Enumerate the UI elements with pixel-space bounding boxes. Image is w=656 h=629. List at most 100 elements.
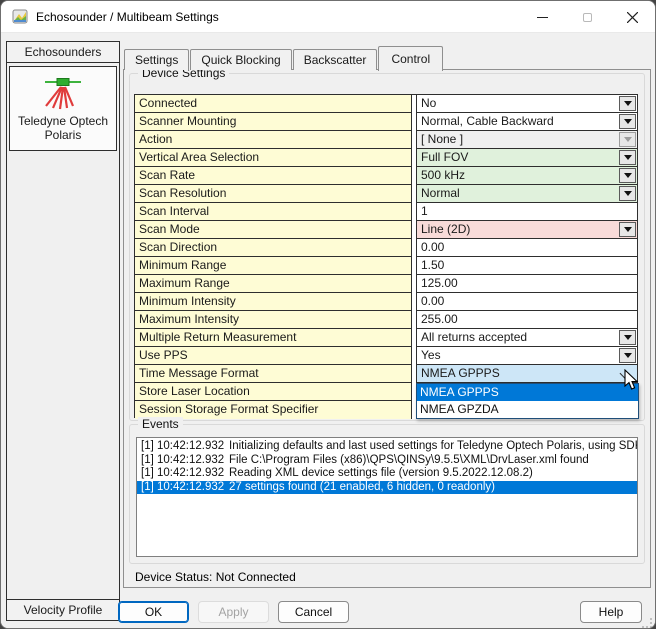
setting-label-maximum-intensity: Maximum Intensity — [135, 311, 412, 329]
events-groupbox: Events [1] 10:42:12.932Initializing defa… — [129, 424, 645, 564]
scan-resolution-dropdown-button[interactable] — [619, 186, 636, 201]
connected-dropdown-button[interactable] — [619, 96, 636, 111]
setting-value-scan-mode[interactable]: Line (2D) — [416, 221, 637, 239]
setting-label-scanner-mounting: Scanner Mounting — [135, 113, 412, 131]
dropdown-arrow-icon — [624, 227, 632, 232]
tab-quick-blocking[interactable]: Quick Blocking — [190, 49, 291, 70]
maximize-icon — [583, 13, 592, 22]
setting-value-text: 0.00 — [421, 240, 444, 254]
sidebar-item-velocity-profile[interactable]: Velocity Profile — [6, 599, 120, 621]
events-list[interactable]: [1] 10:42:12.932Initializing defaults an… — [136, 437, 638, 557]
setting-value-action[interactable]: [ None ] — [416, 131, 637, 149]
app-icon — [12, 9, 28, 25]
setting-value-minimum-intensity[interactable]: 0.00 — [416, 293, 637, 311]
setting-label-action: Action — [135, 131, 412, 149]
event-timestamp: [1] 10:42:12.932 — [141, 440, 229, 454]
event-row[interactable]: [1] 10:42:12.93227 settings found (21 en… — [137, 481, 637, 495]
setting-value-text: All returns accepted — [421, 330, 527, 344]
setting-value-maximum-intensity[interactable]: 255.00 — [416, 311, 637, 329]
resize-grip[interactable] — [642, 618, 652, 628]
setting-value-connected[interactable]: No — [416, 95, 637, 113]
setting-value-scanner-mounting[interactable]: Normal, Cable Backward — [416, 113, 637, 131]
event-timestamp: [1] 10:42:12.932 — [141, 467, 229, 481]
setting-label-scan-direction: Scan Direction — [135, 239, 412, 257]
tab-backscatter[interactable]: Backscatter — [293, 49, 378, 70]
tab-control[interactable]: Control — [378, 46, 443, 71]
use-pps-dropdown-button[interactable] — [619, 348, 636, 363]
dropdown-arrow-icon — [624, 335, 632, 340]
setting-value-time-message-format[interactable]: NMEA GPPPS — [416, 365, 637, 383]
setting-value-minimum-range[interactable]: 1.50 — [416, 257, 637, 275]
apply-button[interactable]: Apply — [198, 601, 269, 623]
setting-label-vertical-area-selection: Vertical Area Selection — [135, 149, 412, 167]
action-dropdown-button — [619, 132, 636, 147]
scan-mode-dropdown-button[interactable] — [619, 222, 636, 237]
dropdown-arrow-icon — [624, 173, 632, 178]
sidebar-panel: Echosounders Teledyne Optech Polaris — [6, 41, 120, 621]
device-status-text: Device Status: Not Connected — [135, 570, 296, 584]
sidebar-header-echosounders[interactable]: Echosounders — [7, 42, 119, 63]
dropdown-option-nmea-gpzda[interactable]: NMEA GPZDA — [417, 401, 638, 418]
setting-label-maximum-range: Maximum Range — [135, 275, 412, 293]
close-button[interactable] — [610, 1, 655, 33]
dropdown-arrow-icon — [624, 155, 632, 160]
device-settings-table: ConnectedNoScanner MountingNormal, Cable… — [134, 94, 638, 418]
vertical-area-selection-dropdown-button[interactable] — [619, 150, 636, 165]
events-legend: Events — [138, 417, 183, 431]
setting-value-text: Yes — [421, 348, 441, 362]
setting-value-vertical-area-selection[interactable]: Full FOV — [416, 149, 637, 167]
scanner-mounting-dropdown-button[interactable] — [619, 114, 636, 129]
dialog-body: Echosounders Teledyne Optech Polaris — [1, 33, 655, 629]
setting-label-minimum-range: Minimum Range — [135, 257, 412, 275]
device-item-label: Teledyne Optech Polaris — [12, 114, 114, 142]
event-timestamp: [1] 10:42:12.932 — [141, 454, 229, 468]
scan-rate-dropdown-button[interactable] — [619, 168, 636, 183]
setting-label-scan-resolution: Scan Resolution — [135, 185, 412, 203]
device-item-teledyne-optech-polaris[interactable]: Teledyne Optech Polaris — [9, 66, 117, 151]
minimize-button[interactable] — [520, 1, 565, 33]
setting-value-maximum-range[interactable]: 125.00 — [416, 275, 637, 293]
setting-value-text: 1.50 — [421, 258, 444, 272]
dropdown-option-nmea-gppps[interactable]: NMEA GPPPS — [417, 384, 638, 401]
maximize-button[interactable] — [565, 1, 610, 33]
minimize-icon — [537, 12, 548, 23]
dropdown-arrow-icon — [624, 101, 632, 106]
setting-label-use-pps: Use PPS — [135, 347, 412, 365]
event-message: 27 settings found (21 enabled, 6 hidden,… — [229, 481, 495, 493]
event-row[interactable]: [1] 10:42:12.932File C:\Program Files (x… — [137, 454, 637, 468]
setting-label-time-message-format: Time Message Format — [135, 365, 412, 383]
setting-value-use-pps[interactable]: Yes — [416, 347, 637, 365]
setting-value-text: Normal, Cable Backward — [421, 114, 554, 128]
event-row[interactable]: [1] 10:42:12.932Initializing defaults an… — [137, 440, 637, 454]
laser-scanner-icon — [40, 73, 86, 111]
setting-value-scan-rate[interactable]: 500 kHz — [416, 167, 637, 185]
setting-value-text: Normal — [421, 186, 460, 200]
tab-strip: SettingsQuick BlockingBackscatterControl — [124, 45, 444, 70]
event-message: Initializing defaults and last used sett… — [229, 440, 638, 452]
close-icon — [627, 12, 638, 23]
setting-label-scan-mode: Scan Mode — [135, 221, 412, 239]
time-message-format-dropdown-list: NMEA GPPPSNMEA GPZDA — [416, 383, 639, 419]
multiple-return-measurement-dropdown-button[interactable] — [619, 330, 636, 345]
setting-value-scan-direction[interactable]: 0.00 — [416, 239, 637, 257]
window-title: Echosounder / Multibeam Settings — [36, 10, 219, 24]
setting-label-scan-interval: Scan Interval — [135, 203, 412, 221]
event-row[interactable]: [1] 10:42:12.932Reading XML device setti… — [137, 467, 637, 481]
dialog-window: Echosounder / Multibeam Settings Echosou… — [0, 0, 656, 629]
dropdown-arrow-icon — [624, 119, 632, 124]
setting-label-minimum-intensity: Minimum Intensity — [135, 293, 412, 311]
setting-value-multiple-return-measurement[interactable]: All returns accepted — [416, 329, 637, 347]
dropdown-arrow-icon — [624, 191, 632, 196]
setting-value-text: No — [421, 96, 436, 110]
setting-value-scan-resolution[interactable]: Normal — [416, 185, 637, 203]
cancel-button[interactable]: Cancel — [278, 601, 349, 623]
setting-value-text: 255.00 — [421, 312, 458, 326]
setting-value-text: 125.00 — [421, 276, 458, 290]
title-bar[interactable]: Echosounder / Multibeam Settings — [1, 1, 655, 33]
tab-settings[interactable]: Settings — [124, 49, 189, 70]
setting-value-text: 1 — [421, 204, 428, 218]
setting-value-scan-interval[interactable]: 1 — [416, 203, 637, 221]
ok-button[interactable]: OK — [118, 601, 189, 623]
help-button[interactable]: Help — [580, 601, 642, 623]
setting-value-text: Full FOV — [421, 150, 468, 164]
